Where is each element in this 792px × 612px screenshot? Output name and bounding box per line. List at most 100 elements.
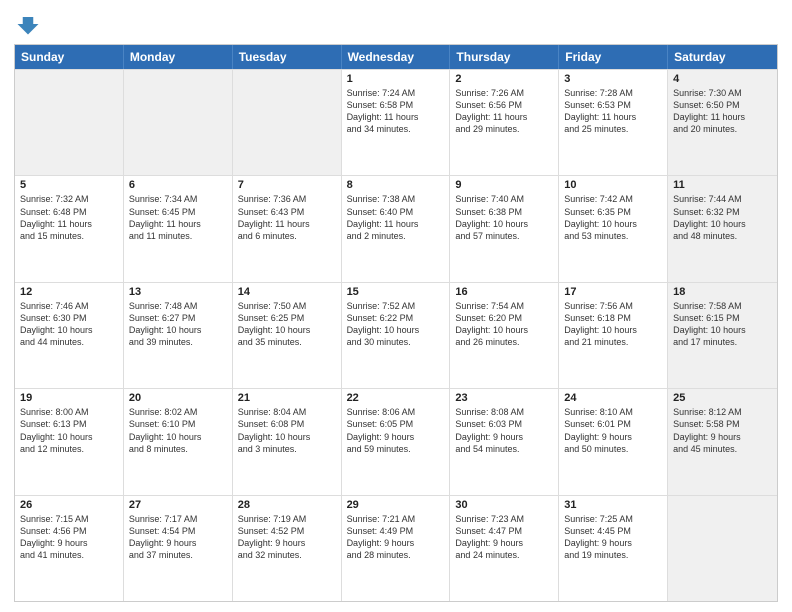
day-number: 12 — [20, 286, 118, 298]
day-info: Sunrise: 7:21 AM Sunset: 4:49 PM Dayligh… — [347, 513, 445, 562]
day-info: Sunrise: 7:54 AM Sunset: 6:20 PM Dayligh… — [455, 300, 553, 349]
day-number: 22 — [347, 392, 445, 404]
day-info: Sunrise: 8:08 AM Sunset: 6:03 PM Dayligh… — [455, 406, 553, 455]
logo-icon — [14, 10, 42, 38]
day-number: 21 — [238, 392, 336, 404]
day-info: Sunrise: 7:50 AM Sunset: 6:25 PM Dayligh… — [238, 300, 336, 349]
day-number: 5 — [20, 179, 118, 191]
cal-cell-28: 28 Sunrise: 7:19 AM Sunset: 4:52 PM Dayli… — [233, 496, 342, 601]
cal-cell-13: 13 Sunrise: 7:48 AM Sunset: 6:27 PM Dayli… — [124, 283, 233, 388]
day-info: Sunrise: 7:38 AM Sunset: 6:40 PM Dayligh… — [347, 193, 445, 242]
cal-cell-21: 21 Sunrise: 8:04 AM Sunset: 6:08 PM Dayli… — [233, 389, 342, 494]
cal-cell-18: 18 Sunrise: 7:58 AM Sunset: 6:15 PM Dayli… — [668, 283, 777, 388]
cal-cell-20: 20 Sunrise: 8:02 AM Sunset: 6:10 PM Dayli… — [124, 389, 233, 494]
cal-cell-11: 11 Sunrise: 7:44 AM Sunset: 6:32 PM Dayli… — [668, 176, 777, 281]
day-info: Sunrise: 7:25 AM Sunset: 4:45 PM Dayligh… — [564, 513, 662, 562]
cal-cell-9: 9Sunrise: 7:40 AM Sunset: 6:38 PM Daylig… — [450, 176, 559, 281]
day-number: 20 — [129, 392, 227, 404]
calendar-row-1: 1Sunrise: 7:24 AM Sunset: 6:58 PM Daylig… — [15, 69, 777, 175]
day-number: 10 — [564, 179, 662, 191]
cal-cell-1: 1Sunrise: 7:24 AM Sunset: 6:58 PM Daylig… — [342, 70, 451, 175]
cal-cell-30: 30 Sunrise: 7:23 AM Sunset: 4:47 PM Dayli… — [450, 496, 559, 601]
cal-cell-23: 23 Sunrise: 8:08 AM Sunset: 6:03 PM Dayli… — [450, 389, 559, 494]
cal-cell-3: 3 Sunrise: 7:28 AM Sunset: 6:53 PM Daylig… — [559, 70, 668, 175]
day-number: 28 — [238, 499, 336, 511]
day-info: Sunrise: 7:52 AM Sunset: 6:22 PM Dayligh… — [347, 300, 445, 349]
cal-cell-empty-0-2 — [233, 70, 342, 175]
day-info: Sunrise: 7:19 AM Sunset: 4:52 PM Dayligh… — [238, 513, 336, 562]
day-info: Sunrise: 8:06 AM Sunset: 6:05 PM Dayligh… — [347, 406, 445, 455]
day-info: Sunrise: 7:46 AM Sunset: 6:30 PM Dayligh… — [20, 300, 118, 349]
day-number: 3 — [564, 73, 662, 85]
day-info: Sunrise: 7:58 AM Sunset: 6:15 PM Dayligh… — [673, 300, 772, 349]
cal-cell-29: 29 Sunrise: 7:21 AM Sunset: 4:49 PM Dayli… — [342, 496, 451, 601]
cal-cell-15: 15 Sunrise: 7:52 AM Sunset: 6:22 PM Dayli… — [342, 283, 451, 388]
day-info: Sunrise: 7:44 AM Sunset: 6:32 PM Dayligh… — [673, 193, 772, 242]
cal-cell-10: 10 Sunrise: 7:42 AM Sunset: 6:35 PM Dayli… — [559, 176, 668, 281]
day-number: 23 — [455, 392, 553, 404]
cal-cell-5: 5 Sunrise: 7:32 AM Sunset: 6:48 PM Daylig… — [15, 176, 124, 281]
day-number: 7 — [238, 179, 336, 191]
day-info: Sunrise: 7:28 AM Sunset: 6:53 PM Dayligh… — [564, 87, 662, 136]
header-day-friday: Friday — [559, 45, 668, 69]
day-number: 29 — [347, 499, 445, 511]
day-info: Sunrise: 7:36 AM Sunset: 6:43 PM Dayligh… — [238, 193, 336, 242]
cal-cell-17: 17Sunrise: 7:56 AM Sunset: 6:18 PM Dayli… — [559, 283, 668, 388]
page: SundayMondayTuesdayWednesdayThursdayFrid… — [0, 0, 792, 612]
day-info: Sunrise: 7:34 AM Sunset: 6:45 PM Dayligh… — [129, 193, 227, 242]
day-info: Sunrise: 8:04 AM Sunset: 6:08 PM Dayligh… — [238, 406, 336, 455]
day-info: Sunrise: 7:26 AM Sunset: 6:56 PM Dayligh… — [455, 87, 553, 136]
day-info: Sunrise: 8:12 AM Sunset: 5:58 PM Dayligh… — [673, 406, 772, 455]
cal-cell-empty-4-6 — [668, 496, 777, 601]
day-info: Sunrise: 8:00 AM Sunset: 6:13 PM Dayligh… — [20, 406, 118, 455]
cal-cell-31: 31 Sunrise: 7:25 AM Sunset: 4:45 PM Dayli… — [559, 496, 668, 601]
cal-cell-6: 6Sunrise: 7:34 AM Sunset: 6:45 PM Daylig… — [124, 176, 233, 281]
day-number: 13 — [129, 286, 227, 298]
cal-cell-24: 24 Sunrise: 8:10 AM Sunset: 6:01 PM Dayli… — [559, 389, 668, 494]
day-number: 27 — [129, 499, 227, 511]
day-number: 2 — [455, 73, 553, 85]
day-number: 24 — [564, 392, 662, 404]
day-info: Sunrise: 7:32 AM Sunset: 6:48 PM Dayligh… — [20, 193, 118, 242]
day-info: Sunrise: 8:02 AM Sunset: 6:10 PM Dayligh… — [129, 406, 227, 455]
day-number: 26 — [20, 499, 118, 511]
header-day-thursday: Thursday — [450, 45, 559, 69]
day-info: Sunrise: 8:10 AM Sunset: 6:01 PM Dayligh… — [564, 406, 662, 455]
cal-cell-25: 25Sunrise: 8:12 AM Sunset: 5:58 PM Dayli… — [668, 389, 777, 494]
day-number: 11 — [673, 179, 772, 191]
day-number: 18 — [673, 286, 772, 298]
cal-cell-2: 2 Sunrise: 7:26 AM Sunset: 6:56 PM Daylig… — [450, 70, 559, 175]
cal-cell-26: 26Sunrise: 7:15 AM Sunset: 4:56 PM Dayli… — [15, 496, 124, 601]
day-info: Sunrise: 7:17 AM Sunset: 4:54 PM Dayligh… — [129, 513, 227, 562]
calendar-row-4: 19Sunrise: 8:00 AM Sunset: 6:13 PM Dayli… — [15, 388, 777, 494]
day-number: 30 — [455, 499, 553, 511]
header-day-wednesday: Wednesday — [342, 45, 451, 69]
header-day-sunday: Sunday — [15, 45, 124, 69]
day-number: 8 — [347, 179, 445, 191]
header-day-saturday: Saturday — [668, 45, 777, 69]
day-number: 14 — [238, 286, 336, 298]
cal-cell-12: 12 Sunrise: 7:46 AM Sunset: 6:30 PM Dayli… — [15, 283, 124, 388]
day-info: Sunrise: 7:30 AM Sunset: 6:50 PM Dayligh… — [673, 87, 772, 136]
day-info: Sunrise: 7:48 AM Sunset: 6:27 PM Dayligh… — [129, 300, 227, 349]
header — [14, 10, 778, 38]
day-number: 16 — [455, 286, 553, 298]
cal-cell-16: 16 Sunrise: 7:54 AM Sunset: 6:20 PM Dayli… — [450, 283, 559, 388]
calendar-row-5: 26Sunrise: 7:15 AM Sunset: 4:56 PM Dayli… — [15, 495, 777, 601]
calendar-body: 1Sunrise: 7:24 AM Sunset: 6:58 PM Daylig… — [15, 69, 777, 601]
cal-cell-empty-0-0 — [15, 70, 124, 175]
header-day-tuesday: Tuesday — [233, 45, 342, 69]
day-info: Sunrise: 7:42 AM Sunset: 6:35 PM Dayligh… — [564, 193, 662, 242]
day-number: 31 — [564, 499, 662, 511]
day-number: 17 — [564, 286, 662, 298]
day-number: 9 — [455, 179, 553, 191]
header-day-monday: Monday — [124, 45, 233, 69]
cal-cell-22: 22 Sunrise: 8:06 AM Sunset: 6:05 PM Dayli… — [342, 389, 451, 494]
day-number: 15 — [347, 286, 445, 298]
calendar-row-3: 12 Sunrise: 7:46 AM Sunset: 6:30 PM Dayli… — [15, 282, 777, 388]
day-info: Sunrise: 7:24 AM Sunset: 6:58 PM Dayligh… — [347, 87, 445, 136]
calendar-header: SundayMondayTuesdayWednesdayThursdayFrid… — [15, 45, 777, 69]
cal-cell-14: 14 Sunrise: 7:50 AM Sunset: 6:25 PM Dayli… — [233, 283, 342, 388]
calendar: SundayMondayTuesdayWednesdayThursdayFrid… — [14, 44, 778, 602]
day-info: Sunrise: 7:23 AM Sunset: 4:47 PM Dayligh… — [455, 513, 553, 562]
